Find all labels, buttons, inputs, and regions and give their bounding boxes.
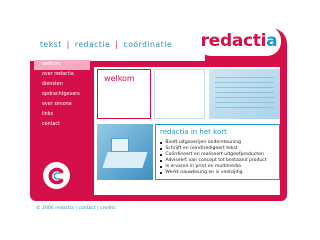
bullet-icon — [160, 165, 163, 169]
summary-title: redactia in het kort — [160, 128, 227, 136]
doc-text-line — [215, 102, 274, 103]
sidebar-item-contact[interactable]: contact — [34, 120, 90, 130]
doc-text-line — [215, 107, 274, 108]
summary-list: Biedt uitgeverijen ondersteuning Schrijf… — [160, 140, 267, 176]
doc-text-line — [215, 82, 274, 83]
logo-text-part2: a — [266, 31, 278, 51]
top-navigation: tekst | redactie | coördinatie — [40, 39, 172, 49]
welcome-box: welkom — [97, 69, 151, 119]
empty-panel — [154, 69, 205, 119]
sidebar-item-over-redactia[interactable]: over redactia — [34, 70, 90, 80]
bullet-icon — [160, 171, 163, 175]
nav-separator: | — [115, 39, 119, 49]
desk-shape — [102, 152, 148, 168]
bullet-icon — [160, 153, 163, 157]
logo-text-part1: redacti — [200, 31, 267, 51]
doc-text-line — [215, 87, 274, 88]
monitor-shape — [111, 138, 129, 152]
bullet-icon — [160, 147, 163, 151]
c-logo-icon-graphic — [48, 167, 63, 184]
bullet-icon — [160, 159, 163, 163]
doc-text-line — [215, 92, 274, 93]
sidebar-item-over-simone[interactable]: over simone — [34, 100, 90, 110]
welcome-title: welkom — [104, 74, 135, 83]
nav-separator: | — [66, 39, 70, 49]
summary-item: Werkt nauwkeurig en is veelzijdig — [160, 170, 267, 176]
redactia-logo[interactable]: redacti a — [197, 26, 281, 56]
sidebar-menu: welkom over redactia diensten opdrachtge… — [34, 60, 90, 130]
doc-text-line — [215, 77, 274, 78]
sidebar-item-diensten[interactable]: diensten — [34, 80, 90, 90]
summary-panel: redactia in het kort Biedt uitgeverijen … — [155, 124, 280, 180]
sidebar-item-welkom[interactable]: welkom — [34, 60, 90, 70]
document-photo — [209, 69, 280, 119]
doc-text-line — [215, 97, 274, 98]
office-photo — [97, 124, 153, 180]
sidebar-item-opdrachtgevers[interactable]: opdrachtgevers — [34, 90, 90, 100]
bullet-icon — [160, 141, 163, 145]
top-nav-tekst[interactable]: tekst — [40, 40, 62, 49]
top-nav-coordinatie[interactable]: coördinatie — [123, 40, 172, 49]
sidebar-item-links[interactable]: links — [34, 110, 90, 120]
footer-text[interactable]: © 2006 redactia | contact | credits — [36, 206, 116, 211]
top-nav-redactie[interactable]: redactie — [75, 40, 110, 49]
c-logo-icon — [43, 162, 70, 189]
